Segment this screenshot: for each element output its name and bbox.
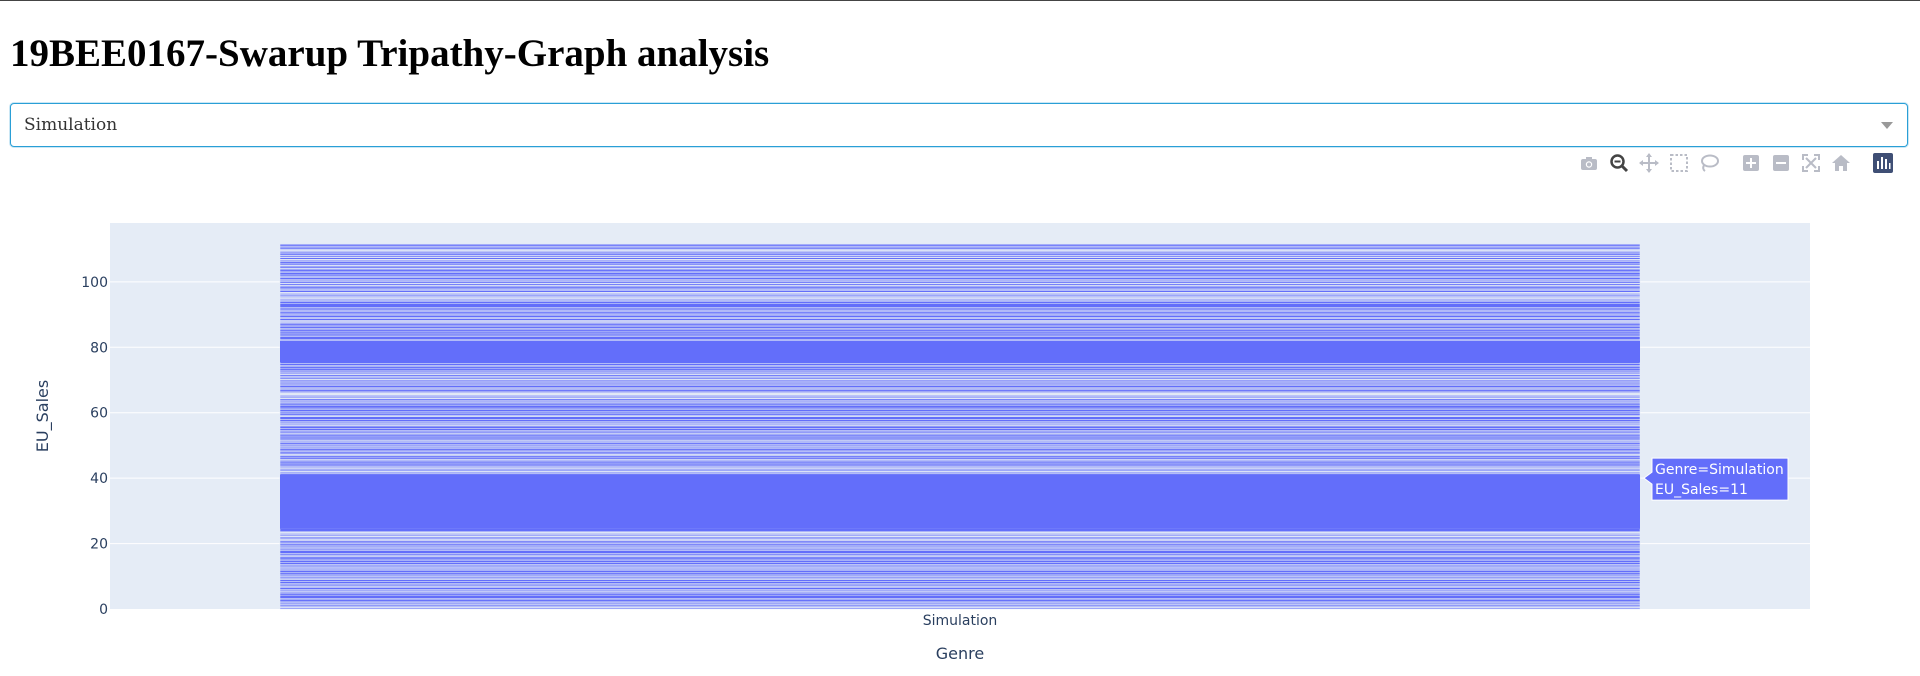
bar-segment[interactable] [280, 277, 1640, 279]
bar-segment-dense[interactable] [280, 475, 1640, 529]
bar-segment[interactable] [280, 331, 1640, 333]
bar-segment[interactable] [280, 266, 1640, 268]
bar-segment[interactable] [280, 438, 1640, 440]
bar-segment[interactable] [280, 263, 1640, 265]
bar-segment[interactable] [280, 323, 1640, 325]
bar-segment-dense[interactable] [280, 341, 1640, 362]
y-tick-label: 60 [90, 406, 108, 422]
bar-segment[interactable] [280, 571, 1640, 573]
bar-segment[interactable] [280, 302, 1640, 304]
bar-segment[interactable] [280, 463, 1640, 465]
bar-segment[interactable] [280, 431, 1640, 433]
hover-line-value: EU_Sales=11 [1655, 482, 1748, 498]
bar-segment[interactable] [280, 581, 1640, 583]
dropdown-selected-value: Simulation [24, 115, 117, 135]
bar-segment[interactable] [280, 247, 1640, 249]
y-tick-label: 100 [81, 275, 108, 291]
bar-segment[interactable] [280, 426, 1640, 429]
y-tick-label: 40 [90, 471, 108, 487]
bar-segment[interactable] [280, 544, 1640, 546]
lasso-select-icon[interactable] [1698, 152, 1720, 174]
bar-segment[interactable] [280, 389, 1640, 391]
camera-icon[interactable] [1578, 152, 1600, 174]
bar-chart[interactable]: 0 20 40 60 80 100 Simulation Genre EU_Sales G… [0, 181, 1920, 676]
bar-segment[interactable] [280, 315, 1640, 317]
bar-segment[interactable] [280, 528, 1640, 531]
hover-line-genre: Genre=Simulation [1655, 462, 1784, 478]
x-axis-title: Genre [936, 644, 984, 663]
hover-tooltip: Genre=Simulation EU_Sales=11 [1644, 458, 1788, 500]
bar-segment[interactable] [280, 587, 1640, 589]
bar-segment[interactable] [280, 417, 1640, 420]
zoom-out-icon[interactable] [1770, 152, 1792, 174]
x-tick-label: Simulation [923, 613, 998, 629]
bar-segment[interactable] [280, 580, 1640, 582]
bar-segment[interactable] [280, 595, 1640, 598]
bar-segment[interactable] [280, 364, 1640, 366]
pan-icon[interactable] [1638, 152, 1660, 174]
bar-stack[interactable] [280, 243, 1640, 609]
bar-segment[interactable] [280, 456, 1640, 458]
bar-segment[interactable] [280, 461, 1640, 463]
zoom-icon[interactable] [1608, 152, 1630, 174]
bar-segment[interactable] [280, 329, 1640, 331]
reset-axes-icon[interactable] [1830, 152, 1852, 174]
bar-segment[interactable] [280, 410, 1640, 412]
y-tick-label: 80 [90, 340, 108, 356]
bar-segment[interactable] [280, 557, 1640, 559]
bar-segment[interactable] [280, 269, 1640, 271]
chevron-down-icon[interactable] [1881, 122, 1893, 129]
bar-segment[interactable] [280, 290, 1640, 292]
page-title: 19BEE0167-Swarup Tripathy-Graph analysis [10, 31, 769, 76]
y-tick-label: 20 [90, 537, 108, 553]
bar-segment[interactable] [280, 304, 1640, 308]
bar-segment[interactable] [280, 550, 1640, 553]
bar-segment[interactable] [280, 429, 1640, 431]
bar-segment[interactable] [280, 386, 1640, 388]
bar-segment[interactable] [280, 318, 1640, 320]
bar-segment[interactable] [280, 436, 1640, 438]
autoscale-icon[interactable] [1800, 152, 1822, 174]
bar-segment[interactable] [280, 261, 1640, 263]
bar-segment[interactable] [280, 537, 1640, 539]
bar-segment[interactable] [280, 286, 1640, 288]
bar-segment[interactable] [280, 368, 1640, 370]
bar-segment[interactable] [280, 273, 1640, 275]
bar-segment[interactable] [280, 593, 1640, 595]
chart-modebar [1578, 152, 1914, 174]
y-axis-title: EU_Sales [33, 380, 53, 452]
bar-segment[interactable] [280, 244, 1640, 246]
bar-segment[interactable] [280, 311, 1640, 313]
bar-segment[interactable] [280, 561, 1640, 563]
box-select-icon[interactable] [1668, 152, 1690, 174]
genre-dropdown[interactable]: Simulation [10, 103, 1908, 147]
y-axis-ticks: 0 20 40 60 80 100 [81, 275, 108, 618]
bar-segment[interactable] [280, 405, 1640, 408]
plotly-logo-icon[interactable] [1872, 152, 1894, 174]
bar-segment[interactable] [280, 366, 1640, 368]
bar-segment[interactable] [280, 337, 1640, 340]
bar-segment[interactable] [280, 563, 1640, 565]
bar-segment[interactable] [280, 253, 1640, 255]
bar-segment[interactable] [280, 333, 1640, 335]
zoom-in-icon[interactable] [1740, 152, 1762, 174]
bar-segment[interactable] [280, 419, 1640, 421]
bar-segment[interactable] [280, 434, 1640, 436]
y-tick-label: 0 [99, 602, 108, 618]
